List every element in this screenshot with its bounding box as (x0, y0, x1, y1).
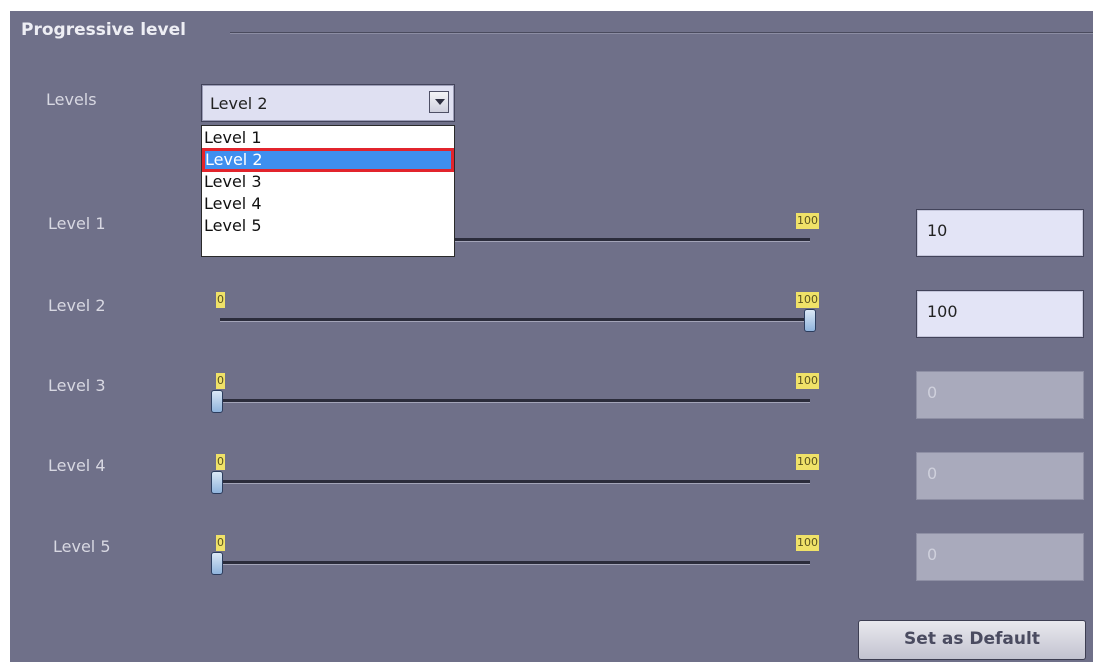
slider-label: Level 5 (53, 537, 111, 556)
chevron-down-icon (435, 99, 445, 105)
dropdown-option-level-3[interactable]: Level 3 (202, 170, 454, 194)
slider-max-marker: 100 (796, 454, 819, 470)
dropdown-option-level-4[interactable]: Level 4 (202, 192, 454, 216)
level-4-value-input[interactable]: 0 (916, 452, 1084, 500)
levels-dropdown-value: Level 2 (210, 94, 268, 113)
progressive-level-panel: Progressive level Levels Level 2 Level 1… (10, 11, 1093, 662)
slider-min-marker: 0 (216, 454, 225, 470)
set-as-default-button[interactable]: Set as Default (858, 620, 1086, 660)
slider-max-marker: 100 (796, 292, 819, 308)
slider-label: Level 1 (48, 214, 106, 233)
slider-thumb[interactable] (804, 309, 816, 332)
slider-max-marker: 100 (796, 373, 819, 389)
slider-thumb[interactable] (211, 471, 223, 494)
slider-max-marker: 100 (796, 213, 819, 229)
group-divider (230, 32, 1093, 34)
dropdown-option-level-2[interactable]: Level 2 (202, 148, 454, 172)
group-title: Progressive level (21, 20, 186, 40)
slider-min-marker: 0 (216, 292, 225, 308)
level-1-value-input[interactable]: 10 (916, 209, 1084, 257)
slider-label: Level 2 (48, 296, 106, 315)
slider-track[interactable] (220, 399, 810, 403)
slider-thumb[interactable] (211, 552, 223, 575)
slider-track[interactable] (220, 480, 810, 484)
dropdown-option-level-5[interactable]: Level 5 (202, 214, 454, 238)
slider-track[interactable] (220, 318, 810, 322)
levels-label: Levels (46, 90, 97, 109)
level-3-value-input[interactable]: 0 (916, 371, 1084, 419)
slider-min-marker: 0 (216, 373, 225, 389)
level-2-value-input[interactable]: 100 (916, 290, 1084, 338)
levels-dropdown-list: Level 1 Level 2 Level 3 Level 4 Level 5 (201, 125, 455, 257)
dropdown-option-level-1[interactable]: Level 1 (202, 126, 454, 150)
slider-track[interactable] (220, 561, 810, 565)
slider-label: Level 3 (48, 376, 106, 395)
slider-label: Level 4 (48, 456, 106, 475)
slider-max-marker: 100 (796, 535, 819, 551)
slider-min-marker: 0 (216, 535, 225, 551)
slider-thumb[interactable] (211, 390, 223, 413)
dropdown-arrow-button[interactable] (429, 91, 449, 113)
levels-dropdown[interactable]: Level 2 (201, 84, 455, 122)
level-5-value-input[interactable]: 0 (916, 533, 1084, 581)
